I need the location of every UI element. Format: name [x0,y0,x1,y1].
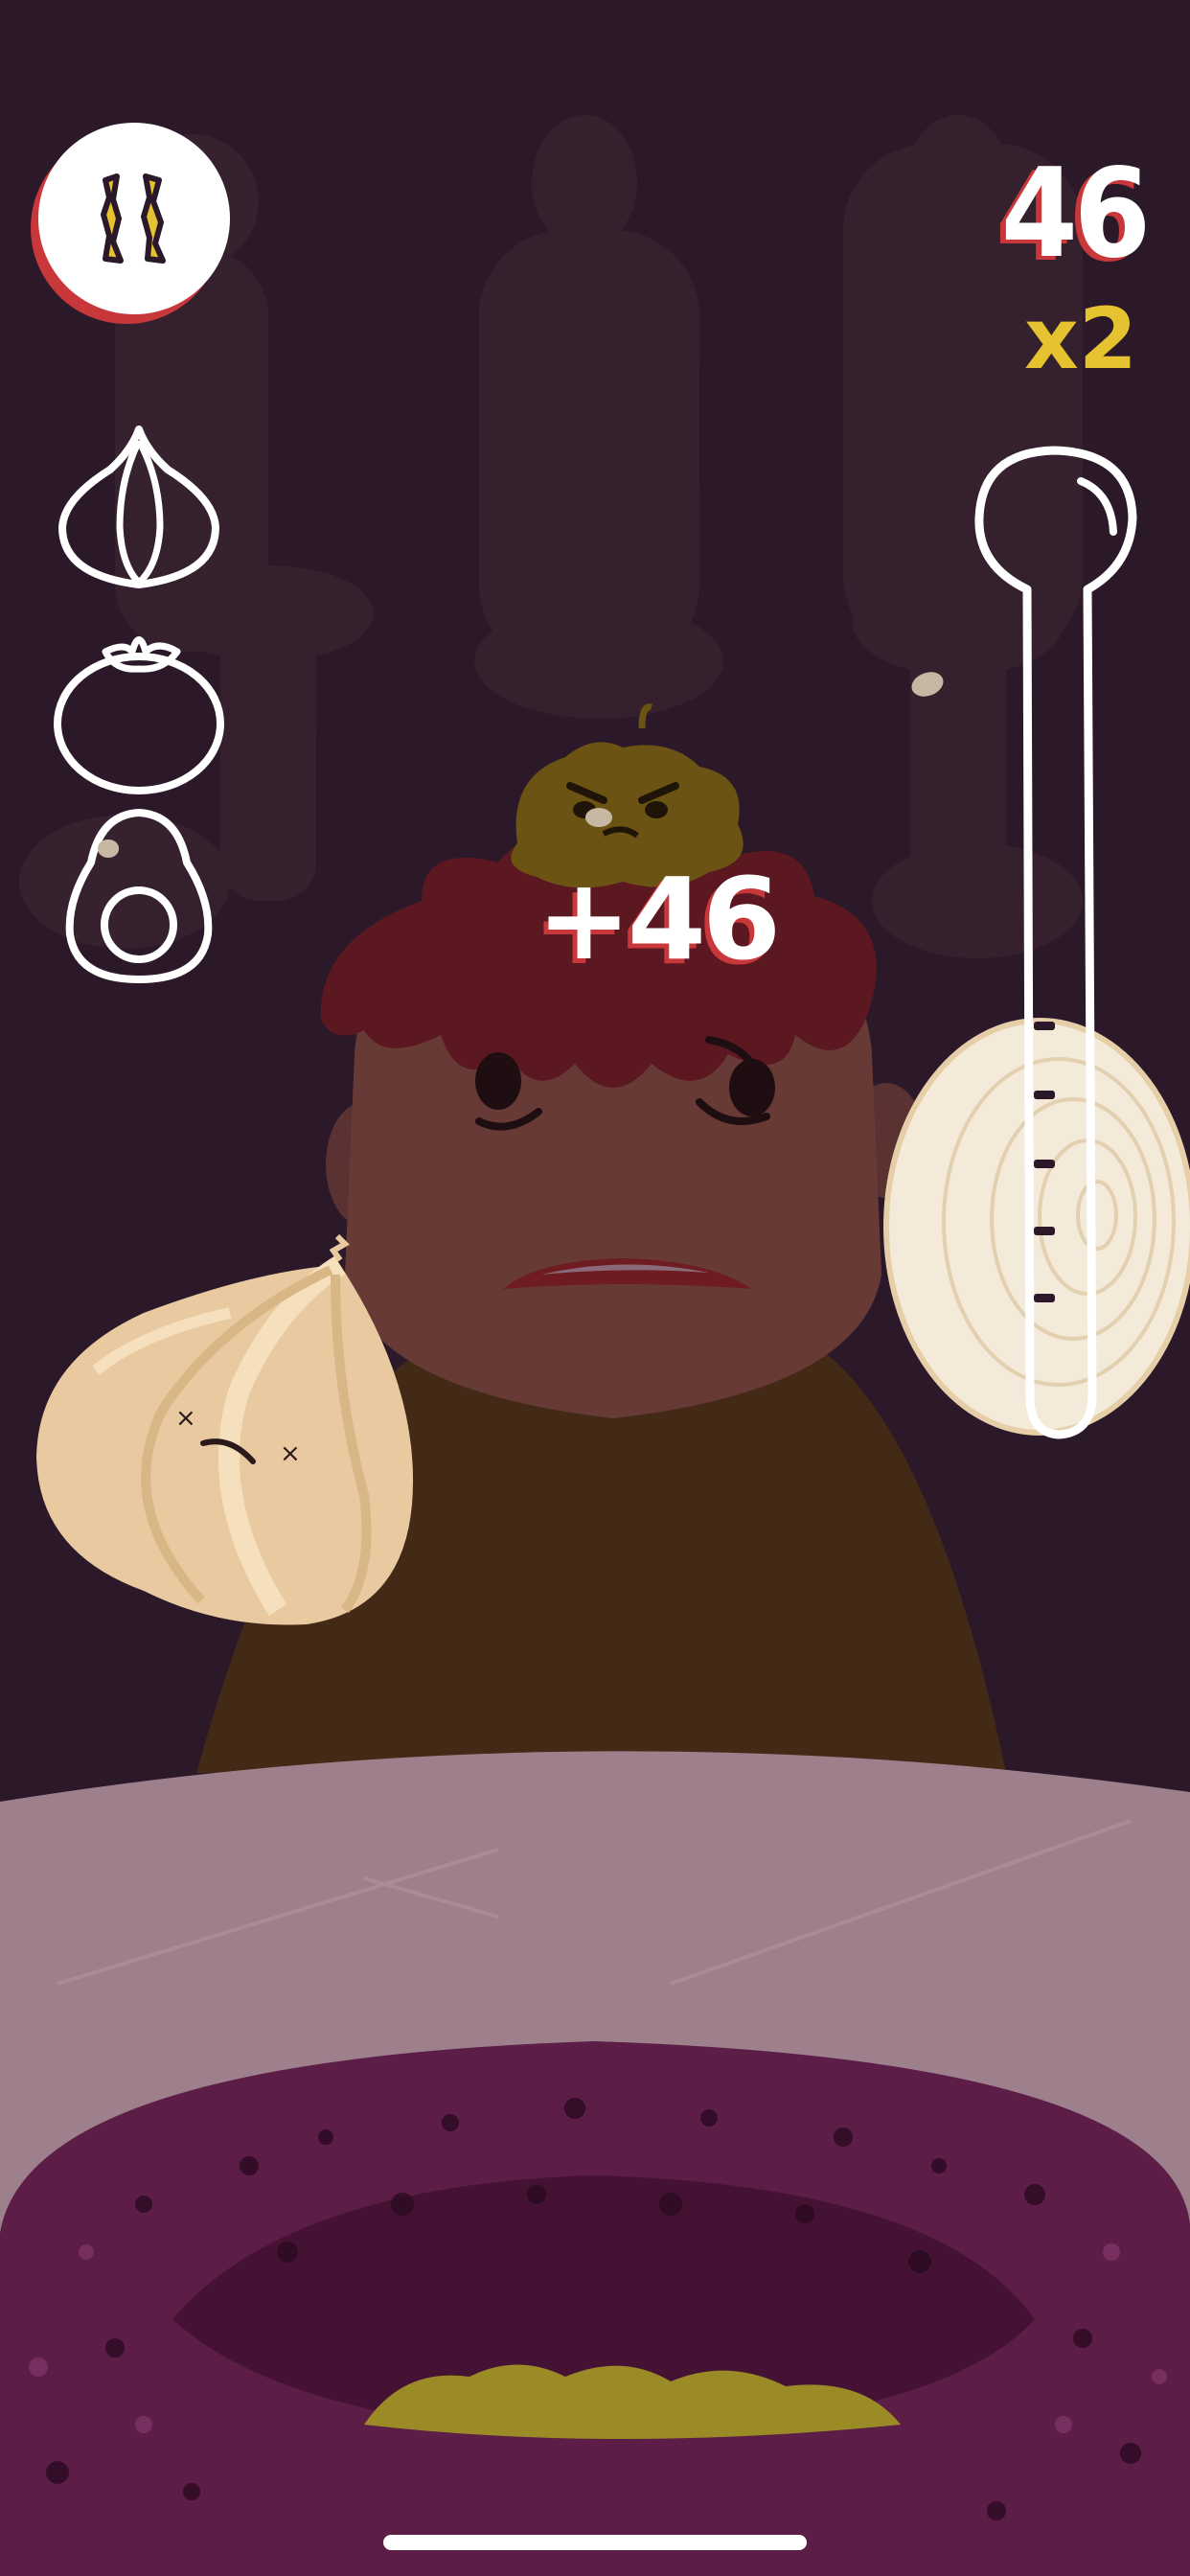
game-stage[interactable]: × × 46 x2 +46 [0,0,1190,2576]
score-multiplier: x2 [1024,289,1137,388]
tomato-icon [54,636,224,794]
thermometer-icon [974,446,1137,1439]
score-popup: +46 [537,853,781,985]
mortar-bowl [0,2041,1190,2576]
avocado-icon [65,808,213,984]
score-value: 46 [1000,143,1151,286]
pause-icon [101,173,166,264]
pause-button[interactable] [38,123,230,314]
svg-text:×: × [280,1439,301,1468]
home-indicator[interactable] [383,2535,807,2550]
garlic-icon [58,426,219,588]
svg-text:×: × [175,1404,196,1433]
